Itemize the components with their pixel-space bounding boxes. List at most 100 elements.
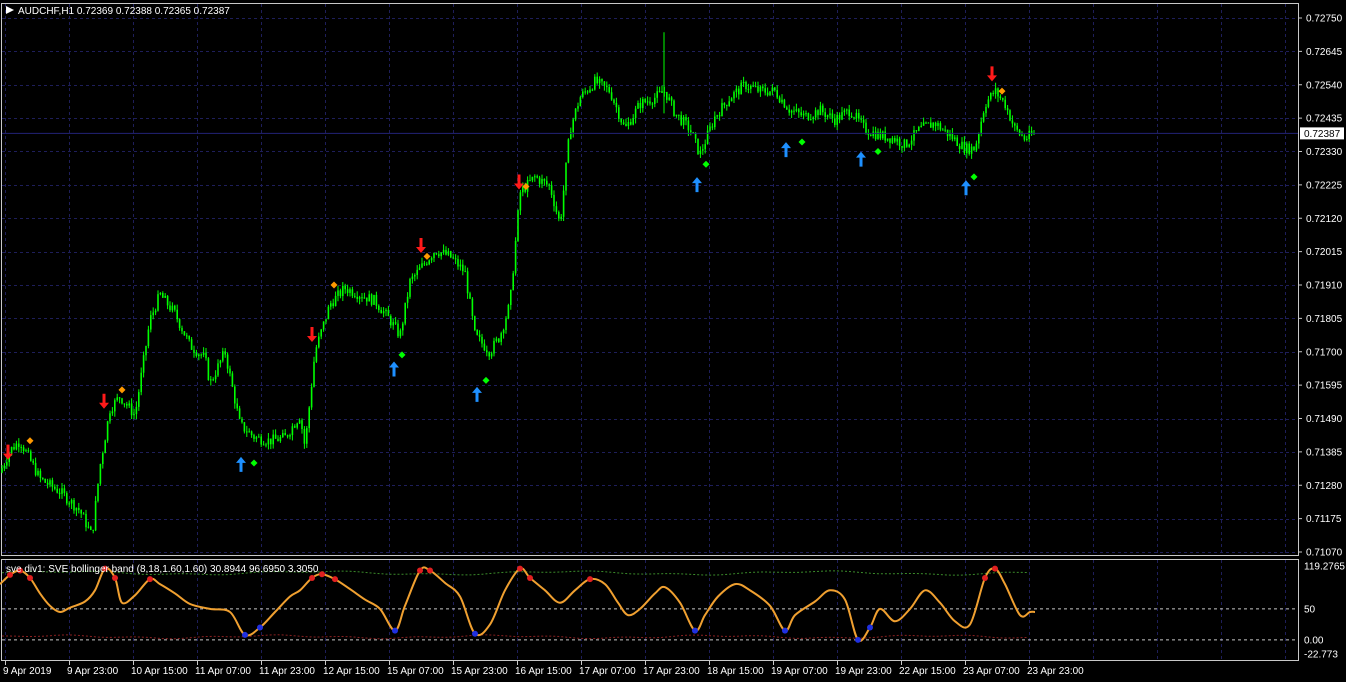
svg-text:0.72387: 0.72387 [1304, 129, 1341, 140]
candle-body [303, 429, 306, 444]
indicator-tick-label: -22.773 [1304, 650, 1338, 661]
candle-body [795, 109, 798, 111]
candle-body [440, 252, 442, 257]
candle-body [387, 309, 390, 317]
candle-body [138, 392, 140, 407]
candle-body [464, 271, 466, 273]
candle-body [375, 294, 378, 306]
time-tick-label: 19 Apr 07:00 [771, 666, 828, 677]
candle-body [759, 86, 762, 92]
oversold-marker [867, 624, 873, 631]
candle-body [315, 347, 318, 362]
candle-body [483, 343, 486, 351]
candle-body [951, 133, 954, 140]
candle-body [454, 258, 457, 260]
candle-body [498, 338, 500, 342]
current-price-badge: 0.72387 [1300, 127, 1344, 140]
candle-body [222, 351, 224, 361]
candle-body [3, 465, 6, 469]
price-tick-label: 0.71700 [1306, 347, 1343, 358]
candle-body [1023, 135, 1026, 140]
candle-body [70, 500, 73, 504]
candle-body [966, 143, 968, 154]
chart-canvas[interactable]: AUDCHF,H1 0.72369 0.72388 0.72365 0.7238… [0, 0, 1346, 682]
candle-body [466, 271, 469, 294]
candle-body [430, 258, 433, 261]
candle-body [548, 184, 550, 186]
candle-body [901, 146, 903, 148]
candle-body [457, 259, 459, 267]
candle-body [714, 116, 716, 128]
candle-body [176, 309, 178, 320]
candle-body [817, 110, 819, 116]
candle-body [733, 92, 735, 99]
candle-body [104, 440, 106, 454]
candle-body [94, 500, 97, 531]
candle-body [20, 446, 22, 448]
candle-body [178, 319, 181, 328]
candle-body [495, 338, 498, 341]
candle-body [435, 253, 438, 255]
candle-body [298, 420, 301, 424]
candle-body [690, 130, 692, 133]
overbought-marker [417, 567, 423, 574]
candle-body [939, 123, 942, 130]
candle-body [54, 486, 56, 489]
candle-body [229, 368, 231, 374]
candle-body [111, 411, 114, 414]
candle-body [649, 101, 651, 104]
candle-body [975, 143, 978, 151]
candle-body [985, 106, 987, 114]
candle-body [898, 138, 901, 147]
candle-body [550, 185, 553, 195]
candle-body [937, 123, 939, 126]
candle-body [342, 285, 344, 297]
candle-body [862, 119, 865, 123]
candle-body [704, 144, 706, 150]
candle-body [426, 263, 428, 265]
candle-body [433, 253, 435, 259]
time-tick-label: 23 Apr 07:00 [963, 666, 1020, 677]
candle-body [764, 88, 766, 93]
candle-body [790, 110, 793, 113]
candle-body [627, 122, 630, 126]
candle-body [925, 122, 927, 124]
candle-body [402, 323, 404, 331]
candle-body [37, 470, 39, 476]
candle-body [894, 138, 896, 142]
candle-body [320, 329, 322, 337]
candle-body [577, 106, 579, 109]
candle-body [428, 260, 430, 265]
candle-body [18, 443, 20, 447]
candle-body [762, 86, 764, 89]
candle-body [82, 513, 85, 515]
candle-body [507, 304, 510, 319]
indicator-header: sve div1: SVE bollinger band (8,18,1.60,… [6, 564, 319, 575]
candle-body [106, 421, 109, 441]
candle-body [226, 354, 229, 369]
candle-body [800, 112, 802, 116]
candle-body [80, 510, 82, 514]
price-tick-label: 0.71070 [1306, 548, 1343, 559]
candle-body [519, 192, 522, 211]
candle-body [313, 361, 315, 387]
candle-body [181, 327, 183, 332]
time-tick-label: 15 Apr 07:00 [387, 666, 444, 677]
candle-body [406, 296, 409, 303]
candle-body [200, 354, 202, 356]
candle-body [802, 113, 805, 116]
candle-body [642, 99, 644, 109]
candle-body [13, 447, 15, 450]
candle-body [171, 305, 174, 311]
candle-body [601, 79, 603, 82]
candle-body [399, 330, 402, 337]
candle-body [27, 450, 30, 452]
candle-body [771, 87, 774, 92]
candle-body [279, 437, 282, 442]
candle-body [781, 99, 783, 103]
candle-body [262, 444, 265, 446]
time-tick-label: 16 Apr 15:00 [515, 666, 572, 677]
candle-body [481, 336, 483, 344]
candle-body [49, 480, 51, 485]
candle-body [606, 85, 608, 88]
